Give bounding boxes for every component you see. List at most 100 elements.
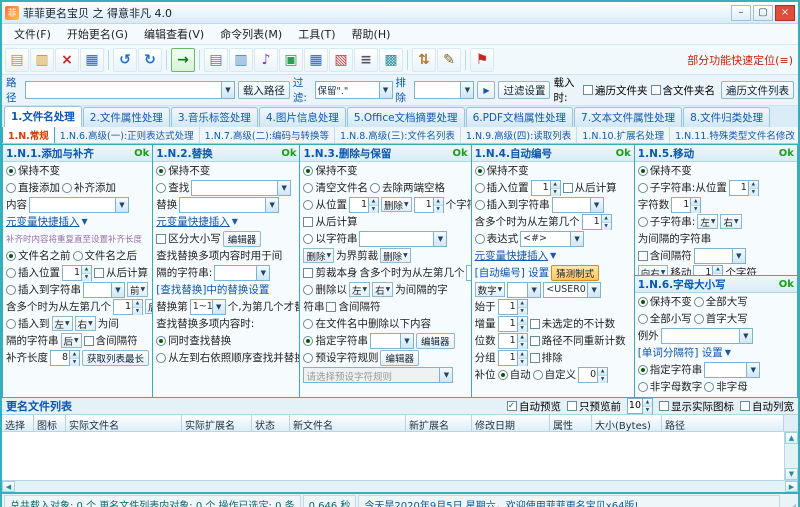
button[interactable]: 编辑器 <box>415 332 455 349</box>
spin-up-icon[interactable]: ▲ <box>713 265 723 273</box>
classify-panel-button[interactable]: ▩ <box>379 47 403 72</box>
meta-variable-insert-link[interactable]: 元变量快捷插入 <box>475 248 549 263</box>
number-spinner[interactable]: 1▲▼ <box>530 179 561 196</box>
number-spinner[interactable]: 1▲▼ <box>113 298 143 315</box>
chevron-down-icon[interactable]: ▼ <box>587 282 601 297</box>
radio-option[interactable]: 文件名之前 <box>6 248 71 263</box>
number-spinner[interactable]: 1▲▼ <box>497 315 528 332</box>
text-file-panel-button[interactable]: ≡ <box>354 47 378 72</box>
redo-button[interactable]: ↻ <box>138 47 162 72</box>
traverse-file-list-button[interactable]: 遍历文件列表 <box>721 81 795 99</box>
show-real-icons-checkbox[interactable]: 显示实际图标 <box>659 399 734 414</box>
column-header[interactable]: 实际扩展名 <box>182 415 252 431</box>
radio-option[interactable]: 插入到字符串 <box>474 197 550 212</box>
column-header[interactable]: 实际文件名 <box>66 415 182 431</box>
radio-option[interactable]: 首字大写 <box>693 311 748 326</box>
close-button[interactable]: × <box>775 4 795 21</box>
open-folder-button[interactable]: ▥ <box>30 47 54 72</box>
spin-up-icon[interactable]: ▲ <box>517 333 527 341</box>
file-list-area[interactable] <box>2 432 784 480</box>
spin-up-icon[interactable]: ▲ <box>550 180 560 188</box>
radio-option[interactable]: 子字符串:从位置 <box>637 180 727 195</box>
mini-dropdown[interactable]: 左 ▼ <box>348 282 371 297</box>
tab-main-8[interactable]: 8.文件归类处理 <box>683 107 771 127</box>
spin-down-icon[interactable]: ▼ <box>643 406 652 414</box>
spin-down-icon[interactable]: ▼ <box>82 272 91 281</box>
checkbox-option[interactable]: 含间隔符 <box>326 299 380 314</box>
menu-item-2[interactable]: 开始更名(G) <box>59 24 136 44</box>
tab-sub-2[interactable]: 1.N.6.高级(一):正则表达式处理 <box>55 127 200 143</box>
number-spinner[interactable]: 1▲▼ <box>581 213 612 230</box>
number-spinner[interactable]: 8 ▲ ▼ <box>50 349 80 366</box>
radio-option[interactable]: 保持不变 <box>303 163 357 178</box>
combo-box[interactable]: ▼ <box>551 196 604 213</box>
scroll-down-icon[interactable]: ▼ <box>785 468 798 480</box>
preview-count-spinner[interactable]: 10 ▲ ▼ <box>627 398 653 414</box>
spin-up-icon[interactable]: ▲ <box>517 299 527 307</box>
spin-up-icon[interactable]: ▲ <box>82 265 91 273</box>
spin-down-icon[interactable]: ▼ <box>598 374 608 383</box>
spin-down-icon[interactable]: ▼ <box>601 221 611 230</box>
spin-down-icon[interactable]: ▼ <box>517 340 527 349</box>
menu-item-1[interactable]: 文件(F) <box>6 24 59 44</box>
tab-main-1[interactable]: 1.文件名处理 <box>4 106 82 127</box>
scroll-left-icon[interactable]: ◀ <box>2 481 15 492</box>
pin-button[interactable]: ⚑ <box>470 47 494 72</box>
radio-option[interactable]: 保持不变 <box>6 163 60 178</box>
minimize-button[interactable]: – <box>731 4 751 21</box>
radio-option[interactable]: 子字符串: <box>637 214 695 229</box>
chevron-down-icon[interactable]: ▼ <box>527 282 541 297</box>
button[interactable]: 获取列表最长 <box>82 349 150 366</box>
filter-combo[interactable]: 保留"." ▼ <box>314 81 393 99</box>
include-folder-names-checkbox[interactable]: 含文件夹名 <box>650 83 715 98</box>
mini-dropdown[interactable]: 前 ▼ <box>127 282 149 297</box>
radio-option[interactable]: 保持不变 <box>474 163 529 178</box>
scroll-right-icon[interactable]: ▶ <box>785 481 798 492</box>
mini-dropdown[interactable]: 后▼ <box>145 299 153 314</box>
combo-box[interactable]: ▼ <box>359 230 448 247</box>
office-doc-panel-button[interactable]: ▦ <box>304 47 328 72</box>
ok-indicator[interactable]: Ok <box>452 148 467 159</box>
number-spinner[interactable]: 1▲▼ <box>497 332 528 349</box>
radio-option[interactable]: 从左到右依照顺序查找并替换 <box>156 350 299 365</box>
maximize-button[interactable]: ▢ <box>753 4 773 21</box>
load-path-button[interactable]: 载入路径 <box>237 81 290 99</box>
spin-down-icon[interactable]: ▼ <box>691 204 701 213</box>
checkbox-option[interactable]: 含间隔符 <box>637 248 692 263</box>
checkbox-option[interactable]: 未选定的不计数 <box>529 316 615 331</box>
combo-box[interactable]: ▼ <box>660 327 753 344</box>
radio-option[interactable]: 自定义 <box>532 367 576 382</box>
spin-up-icon[interactable]: ▲ <box>601 214 611 222</box>
tab-sub-1[interactable]: 1.N.常规 <box>2 127 55 143</box>
radio-option[interactable]: 全部小写 <box>637 311 692 326</box>
checkbox-option[interactable]: 剪裁本身 <box>303 265 357 280</box>
pdf-doc-panel-button[interactable]: ▧ <box>329 47 353 72</box>
spin-up-icon[interactable]: ▲ <box>433 197 443 205</box>
chevron-down-icon[interactable]: ▼ <box>738 328 752 343</box>
chevron-down-icon[interactable]: ▼ <box>256 265 270 280</box>
radio-option[interactable]: 同时查找替换 <box>156 333 231 348</box>
radio-option[interactable]: 表达式 <box>474 231 518 246</box>
spin-up-icon[interactable]: ▲ <box>368 197 378 205</box>
execute-rename-button[interactable]: → <box>171 47 195 72</box>
spin-up-icon[interactable]: ▲ <box>643 399 652 406</box>
column-header[interactable]: 图标 <box>34 415 66 431</box>
radio-option[interactable]: 保持不变 <box>637 294 692 309</box>
combo-box[interactable]: 1~1 ▼ <box>189 298 226 315</box>
mini-dropdown[interactable]: 数字 ▼ <box>474 282 506 297</box>
radio-option[interactable]: 清空文件名 <box>303 180 368 195</box>
attribute-panel-button[interactable]: ▥ <box>229 47 253 72</box>
ok-indicator[interactable]: Ok <box>779 148 794 159</box>
radio-option[interactable]: 全部大写 <box>693 294 748 309</box>
auto-preview-checkbox[interactable]: 自动预览 <box>507 399 561 414</box>
radio-option[interactable]: 保持不变 <box>156 163 210 178</box>
number-spinner[interactable]: 1▲▼ <box>62 264 92 281</box>
tab-main-7[interactable]: 7.文本文件属性处理 <box>574 107 683 127</box>
save-list-button[interactable]: ▦ <box>80 47 104 72</box>
number-spinner[interactable]: 0 ▲ ▼ <box>578 366 609 383</box>
combo-box[interactable]: ▼ <box>83 281 125 298</box>
mini-dropdown[interactable]: 删除 ▼ <box>303 248 335 263</box>
radio-option[interactable]: 自动 <box>497 367 531 382</box>
tab-main-5[interactable]: 5.Office文档摘要处理 <box>346 107 465 127</box>
number-spinner[interactable]: 1▲▼ <box>348 196 379 213</box>
